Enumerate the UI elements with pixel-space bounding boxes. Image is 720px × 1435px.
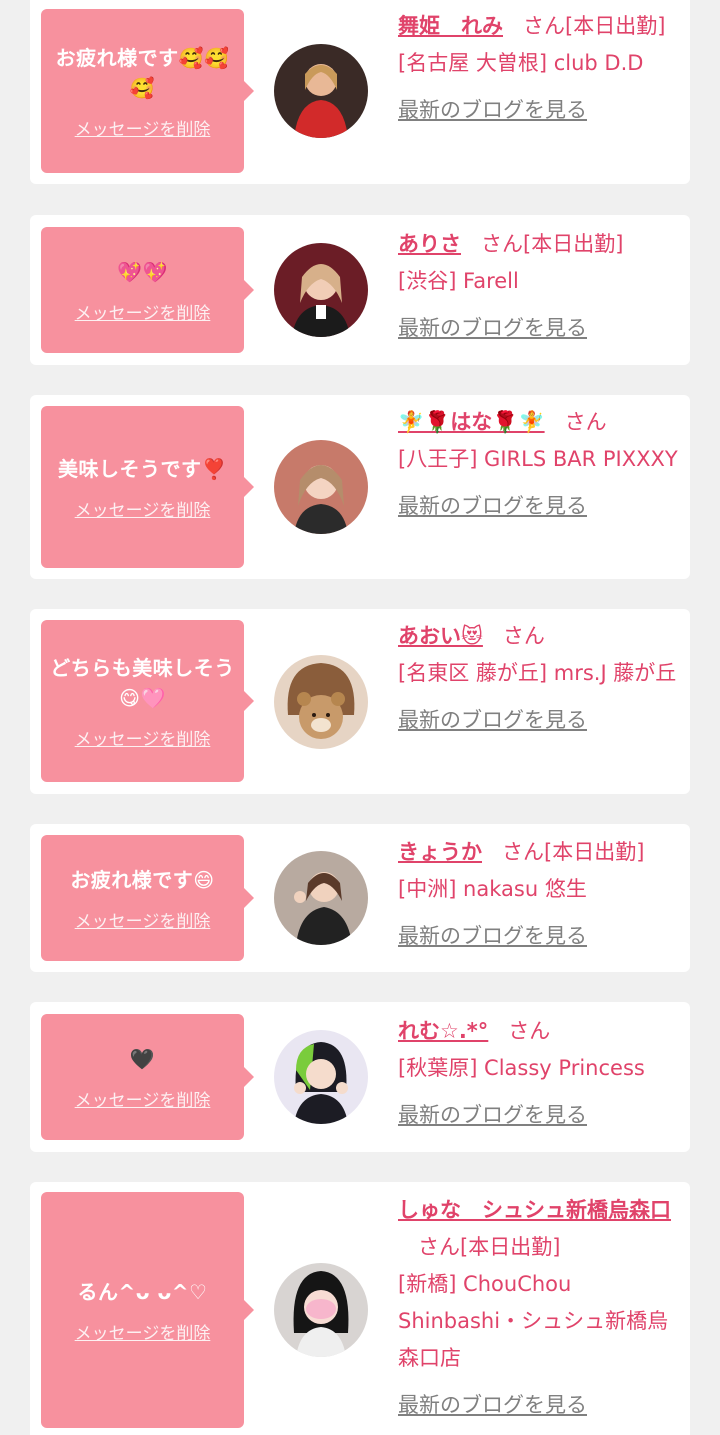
list-item: どちらも美味しそう😋🩷 メッセージを削除 あおい😻 さん [名東区 藤が丘] mr…: [30, 609, 690, 794]
message-text: 💖💖: [117, 259, 168, 284]
delete-message-link[interactable]: メッセージを削除: [75, 907, 211, 932]
blog-link[interactable]: 最新のブログを見る: [398, 488, 587, 525]
shop-label: [名古屋 大曽根] club D.D: [398, 51, 644, 75]
message-bubble: お疲れ様です😄 メッセージを削除: [41, 835, 254, 961]
list-item: 💖💖 メッセージを削除 ありさ さん[本日出勤] [渋谷] Farell 最新のブ…: [30, 215, 690, 365]
cast-name-link[interactable]: あおい😻: [398, 624, 483, 648]
cast-info: ありさ さん[本日出勤] [渋谷] Farell 最新のブログを見る: [398, 226, 680, 347]
cast-info: あおい😻 さん [名東区 藤が丘] mrs.J 藤が丘 最新のブログを見る: [398, 618, 680, 739]
cast-suffix: さん[本日出勤]: [523, 14, 666, 38]
message-text: 美味しそうです❣️: [58, 456, 227, 481]
delete-message-link[interactable]: メッセージを削除: [75, 496, 211, 521]
blog-link[interactable]: 最新のブログを見る: [398, 1097, 587, 1134]
cast-suffix: さん: [508, 1019, 551, 1043]
list-item: 美味しそうです❣️ メッセージを削除 🧚🌹はな🌹🧚 さん [八王子] GIRLS …: [30, 395, 690, 579]
cast-info: きょうか さん[本日出勤] [中洲] nakasu 悠生 最新のブログを見る: [398, 834, 680, 955]
cast-suffix: さん[本日出勤]: [481, 232, 624, 256]
avatar[interactable]: [274, 440, 368, 534]
list-item: お疲れ様です🥰🥰🥰 メッセージを削除 舞姫 れみ さん[本日出勤] [名古屋 大曽…: [30, 0, 690, 184]
cast-suffix: さん: [502, 624, 545, 648]
shop-label: [新橋] ChouChou Shinbashi・シュシュ新橋烏森口店: [398, 1272, 669, 1370]
cast-name-link[interactable]: しゅな シュシュ新橋烏森口: [398, 1198, 671, 1222]
avatar-photo: [274, 44, 368, 138]
message-text: 🖤: [129, 1046, 156, 1071]
message-text: お疲れ様です🥰🥰🥰: [55, 45, 230, 100]
message-bubble: どちらも美味しそう😋🩷 メッセージを削除: [41, 620, 254, 782]
message-text: お疲れ様です😄: [70, 867, 215, 892]
avatar[interactable]: [274, 851, 368, 945]
list-item: お疲れ様です😄 メッセージを削除 きょうか さん[本日出勤] [中洲] nakas…: [30, 824, 690, 972]
blog-link[interactable]: 最新のブログを見る: [398, 1387, 587, 1424]
shop-label: [秋葉原] Classy Princess: [398, 1056, 645, 1080]
list-item: 🖤 メッセージを削除 れむ☆.*° さん [秋葉原] Classy Princes…: [30, 1002, 690, 1152]
message-list: お疲れ様です🥰🥰🥰 メッセージを削除 舞姫 れみ さん[本日出勤] [名古屋 大曽…: [0, 0, 720, 1435]
delete-message-link[interactable]: メッセージを削除: [75, 1319, 211, 1344]
cast-info: 🧚🌹はな🌹🧚 さん [八王子] GIRLS BAR PIXXXY 最新のブログを見…: [398, 404, 680, 525]
blog-link[interactable]: 最新のブログを見る: [398, 702, 587, 739]
cast-info: 舞姫 れみ さん[本日出勤] [名古屋 大曽根] club D.D 最新のブログを…: [398, 8, 680, 129]
delete-message-link[interactable]: メッセージを削除: [75, 725, 211, 750]
blog-link[interactable]: 最新のブログを見る: [398, 918, 587, 955]
blog-link[interactable]: 最新のブログを見る: [398, 310, 587, 347]
cast-name-link[interactable]: 🧚🌹はな🌹🧚: [398, 410, 545, 434]
avatar-photo: [274, 243, 368, 337]
cast-name-link[interactable]: ありさ: [398, 232, 461, 256]
list-item: るん^ᴗ ᴗ^♡ メッセージを削除 しゅな シュシュ新橋烏森口さん[本日出勤] …: [30, 1182, 690, 1435]
cast-info: しゅな シュシュ新橋烏森口さん[本日出勤] [新橋] ChouChou Shin…: [398, 1192, 680, 1424]
blog-link[interactable]: 最新のブログを見る: [398, 92, 587, 129]
message-text: どちらも美味しそう😋🩷: [50, 655, 235, 710]
cast-info: れむ☆.*° さん [秋葉原] Classy Princess 最新のブログを見る: [398, 1013, 680, 1134]
avatar[interactable]: [274, 655, 368, 749]
message-bubble: お疲れ様です🥰🥰🥰 メッセージを削除: [41, 9, 254, 173]
cast-name-link[interactable]: きょうか: [398, 840, 482, 864]
delete-message-link[interactable]: メッセージを削除: [75, 299, 211, 324]
message-bubble: 💖💖 メッセージを削除: [41, 227, 254, 353]
avatar[interactable]: [274, 1263, 368, 1357]
message-bubble: 美味しそうです❣️ メッセージを削除: [41, 406, 254, 568]
cast-name-link[interactable]: れむ☆.*°: [398, 1019, 488, 1043]
cast-suffix: さん[本日出勤]: [502, 840, 645, 864]
avatar-photo: [274, 655, 368, 749]
avatar-photo: [274, 851, 368, 945]
shop-label: [中洲] nakasu 悠生: [398, 877, 587, 901]
message-bubble: るん^ᴗ ᴗ^♡ メッセージを削除: [41, 1192, 254, 1428]
message-bubble: 🖤 メッセージを削除: [41, 1014, 254, 1140]
message-text: るん^ᴗ ᴗ^♡: [77, 1279, 208, 1304]
avatar-photo: [274, 1263, 368, 1357]
avatar[interactable]: [274, 243, 368, 337]
delete-message-link[interactable]: メッセージを削除: [75, 115, 211, 140]
delete-message-link[interactable]: メッセージを削除: [75, 1086, 211, 1111]
avatar-photo: [274, 440, 368, 534]
avatar[interactable]: [274, 1030, 368, 1124]
cast-suffix: さん: [564, 410, 607, 434]
shop-label: [名東区 藤が丘] mrs.J 藤が丘: [398, 661, 677, 685]
avatar-photo: [274, 1030, 368, 1124]
avatar[interactable]: [274, 44, 368, 138]
shop-label: [渋谷] Farell: [398, 269, 519, 293]
shop-label: [八王子] GIRLS BAR PIXXXY: [398, 447, 678, 471]
cast-suffix: さん[本日出勤]: [418, 1235, 561, 1259]
cast-name-link[interactable]: 舞姫 れみ: [398, 14, 503, 38]
